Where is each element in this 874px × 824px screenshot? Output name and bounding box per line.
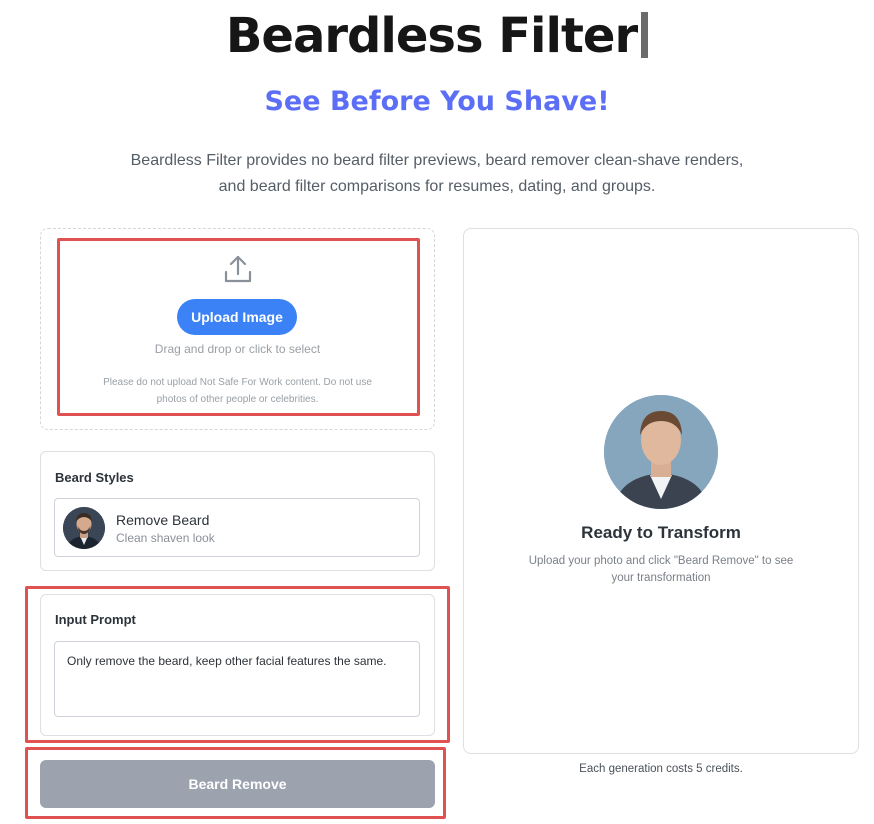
text-caret (641, 12, 649, 58)
page-subtitle: See Before You Shave! (264, 86, 610, 117)
prompt-input[interactable]: Only remove the beard, keep other facial… (54, 641, 420, 717)
preview-title: Ready to Transform (581, 523, 741, 542)
upload-notice: Please do not upload Not Safe For Work c… (103, 377, 372, 405)
style-description: Clean shaven look (116, 531, 215, 545)
drag-drop-hint: Drag and drop or click to select (154, 342, 321, 356)
credits-note: Each generation costs 5 credits. (579, 763, 743, 775)
beard-styles-title: Beard Styles (55, 470, 134, 485)
beard-remove-button[interactable]: Beard Remove (40, 760, 435, 808)
upload-image-button[interactable]: Upload Image (177, 299, 297, 335)
preview-avatar (604, 395, 718, 509)
style-name: Remove Beard (116, 512, 210, 528)
style-item-remove-beard[interactable] (54, 498, 420, 557)
preview-description: Upload your photo and click "Beard Remov… (528, 555, 794, 584)
page-title: Beardless Filter (225, 8, 638, 64)
input-prompt-title: Input Prompt (55, 612, 136, 627)
title-row: Beardless Filter (0, 8, 874, 64)
style-avatar (63, 507, 105, 549)
page-description: Beardless Filter provides no beard filte… (130, 152, 744, 195)
upload-icon (224, 255, 252, 283)
